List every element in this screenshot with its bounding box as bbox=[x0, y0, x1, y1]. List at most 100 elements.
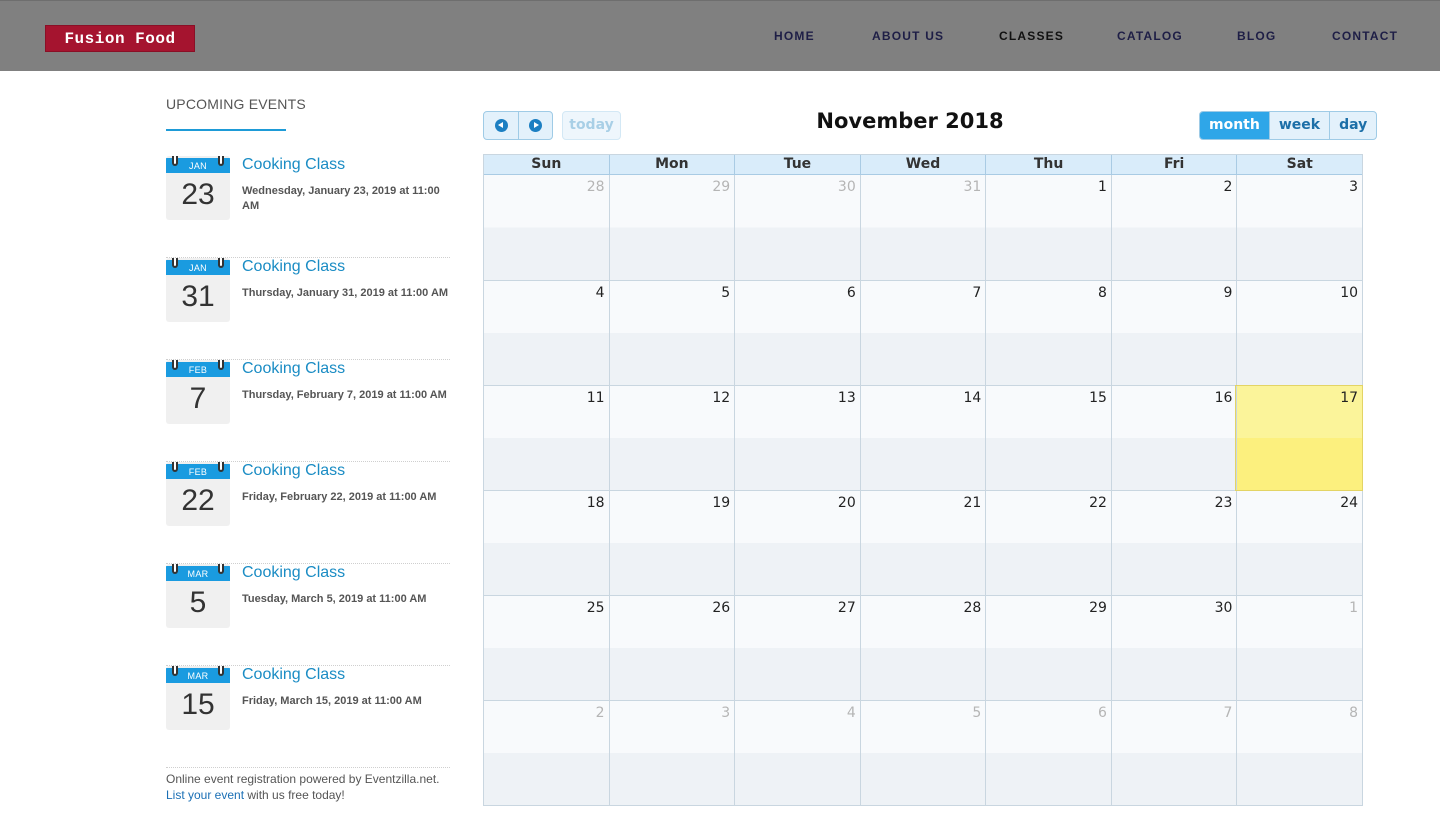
weeks-container: 28 29 30 31 1 2 3 4 5 6 7 8 9 10 11 12 13 14 15 16 17 18 19 20 2… bbox=[484, 175, 1364, 805]
day-number: 1 bbox=[1097, 179, 1107, 195]
day-cell[interactable]: 19 bbox=[608, 491, 735, 595]
day-number: 20 bbox=[837, 495, 856, 511]
event-title-link[interactable]: Cooking Class bbox=[242, 462, 345, 480]
event-day: 22 bbox=[181, 484, 215, 517]
nav-home[interactable]: HOME bbox=[774, 29, 815, 45]
next-month-button[interactable] bbox=[518, 112, 552, 139]
week-row: 2 3 4 5 6 7 8 bbox=[484, 700, 1363, 805]
day-cell[interactable]: 1 bbox=[985, 175, 1111, 280]
calendar-title: November 2018 bbox=[816, 109, 1004, 133]
day-cell[interactable]: 25 bbox=[484, 596, 609, 700]
event-title-link[interactable]: Cooking Class bbox=[242, 360, 345, 378]
event-date: Thursday, February 7, 2019 at 11:00 AM bbox=[242, 389, 447, 401]
day-cell[interactable]: 26 bbox=[608, 596, 735, 700]
event-title-link[interactable]: Cooking Class bbox=[242, 564, 345, 582]
week-row: 25 26 27 28 29 30 1 bbox=[484, 595, 1363, 700]
day-number: 22 bbox=[1089, 495, 1107, 511]
day-cell[interactable]: 31 bbox=[859, 175, 986, 280]
nav-about-us[interactable]: ABOUT US bbox=[872, 29, 944, 45]
day-number: 8 bbox=[1097, 285, 1107, 301]
day-cell[interactable]: 28 bbox=[484, 175, 609, 280]
calendar-date-icon: MAR 15 bbox=[166, 666, 230, 730]
day-cell[interactable]: 5 bbox=[608, 281, 735, 385]
day-cell[interactable]: 20 bbox=[734, 491, 860, 595]
day-cell[interactable]: 11 bbox=[484, 386, 609, 490]
list-your-event-link[interactable]: List your event bbox=[166, 788, 244, 802]
nav-classes[interactable]: CLASSES bbox=[999, 29, 1064, 45]
day-cell[interactable]: 7 bbox=[1110, 701, 1237, 805]
day-cell[interactable]: 30 bbox=[734, 175, 860, 280]
day-cell[interactable]: 4 bbox=[734, 701, 860, 805]
day-cell[interactable]: 12 bbox=[608, 386, 735, 490]
binder-ring-icon bbox=[172, 258, 178, 268]
day-cell-today[interactable]: 17 bbox=[1235, 385, 1364, 491]
day-cell[interactable]: 21 bbox=[859, 491, 986, 595]
day-cell[interactable]: 8 bbox=[985, 281, 1111, 385]
day-cell[interactable]: 28 bbox=[859, 596, 986, 700]
event-day: 23 bbox=[181, 178, 215, 211]
day-cell[interactable]: 2 bbox=[1110, 175, 1237, 280]
event-item: FEB 7 Cooking Class Thursday, February 7… bbox=[166, 360, 450, 462]
event-title-link[interactable]: Cooking Class bbox=[242, 666, 345, 684]
day-cell[interactable]: 29 bbox=[608, 175, 735, 280]
upcoming-events-title: UPCOMING EVENTS bbox=[166, 96, 306, 112]
day-cell[interactable]: 30 bbox=[1110, 596, 1237, 700]
day-cell[interactable]: 22 bbox=[985, 491, 1111, 595]
nav-catalog[interactable]: CATALOG bbox=[1117, 29, 1183, 45]
day-cell[interactable]: 2 bbox=[484, 701, 609, 805]
day-cell[interactable]: 24 bbox=[1236, 491, 1363, 595]
event-title-link[interactable]: Cooking Class bbox=[242, 258, 345, 276]
title-underline bbox=[166, 129, 286, 131]
weekday-label: Sat bbox=[1236, 155, 1362, 174]
day-number: 4 bbox=[846, 705, 856, 721]
day-number: 1 bbox=[1349, 600, 1359, 616]
day-number: 17 bbox=[1340, 390, 1359, 406]
binder-ring-icon bbox=[172, 564, 178, 574]
day-cell[interactable]: 3 bbox=[608, 701, 735, 805]
day-number: 11 bbox=[586, 390, 605, 406]
day-cell[interactable]: 15 bbox=[985, 386, 1111, 490]
day-cell[interactable]: 4 bbox=[484, 281, 609, 385]
view-month-button[interactable]: month bbox=[1200, 112, 1269, 139]
day-cell[interactable]: 18 bbox=[484, 491, 609, 595]
day-cell[interactable]: 8 bbox=[1236, 701, 1363, 805]
day-number: 27 bbox=[837, 600, 856, 616]
view-day-button[interactable]: day bbox=[1329, 112, 1376, 139]
day-number: 5 bbox=[721, 285, 731, 301]
day-cell[interactable]: 9 bbox=[1110, 281, 1237, 385]
day-number: 23 bbox=[1214, 495, 1233, 511]
view-switcher: month week day bbox=[1199, 111, 1378, 140]
day-cell[interactable]: 10 bbox=[1236, 281, 1363, 385]
day-cell[interactable]: 6 bbox=[734, 281, 860, 385]
day-cell[interactable]: 27 bbox=[734, 596, 860, 700]
view-week-button[interactable]: week bbox=[1268, 112, 1329, 139]
day-number: 30 bbox=[1214, 600, 1233, 616]
event-item: MAR 5 Cooking Class Tuesday, March 5, 20… bbox=[166, 564, 450, 666]
event-item: FEB 22 Cooking Class Friday, February 22… bbox=[166, 462, 450, 564]
day-cell[interactable]: 29 bbox=[985, 596, 1111, 700]
day-cell[interactable]: 23 bbox=[1110, 491, 1237, 595]
event-title-link[interactable]: Cooking Class bbox=[242, 156, 345, 174]
binder-ring-icon bbox=[218, 360, 224, 370]
day-number: 6 bbox=[846, 285, 856, 301]
day-number: 21 bbox=[963, 495, 982, 511]
prev-next-group bbox=[483, 111, 553, 140]
day-number: 6 bbox=[1097, 705, 1107, 721]
prev-month-button[interactable] bbox=[484, 112, 518, 139]
free-today-text: with us free today! bbox=[244, 788, 345, 802]
today-button[interactable]: today bbox=[562, 111, 621, 140]
day-number: 18 bbox=[586, 495, 605, 511]
day-number: 7 bbox=[972, 285, 982, 301]
day-cell[interactable]: 6 bbox=[985, 701, 1111, 805]
day-cell[interactable]: 7 bbox=[859, 281, 986, 385]
day-cell[interactable]: 13 bbox=[734, 386, 860, 490]
day-cell[interactable]: 16 bbox=[1110, 386, 1237, 490]
nav-contact[interactable]: CONTACT bbox=[1332, 29, 1398, 45]
nav-blog[interactable]: BLOG bbox=[1237, 29, 1276, 45]
day-cell[interactable]: 5 bbox=[859, 701, 986, 805]
day-cell[interactable]: 1 bbox=[1236, 596, 1363, 700]
day-cell[interactable]: 3 bbox=[1236, 175, 1363, 280]
day-number: 13 bbox=[837, 390, 856, 406]
day-cell[interactable]: 14 bbox=[859, 386, 986, 490]
site-logo[interactable]: Fusion Food bbox=[45, 25, 195, 52]
